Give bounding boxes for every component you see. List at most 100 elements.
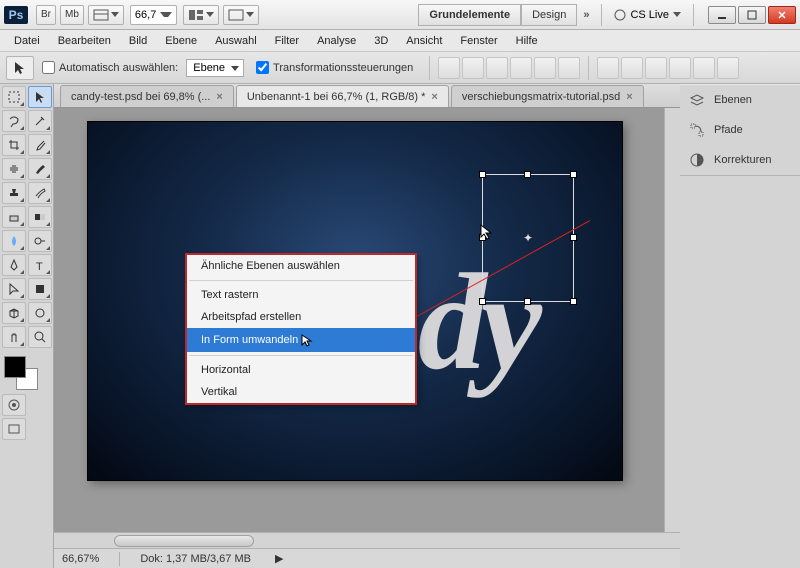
auto-select-checkbox[interactable]: Automatisch auswählen: [42, 61, 178, 74]
scrollbar-thumb[interactable] [114, 535, 254, 547]
eyedropper-tool[interactable] [28, 134, 52, 156]
quick-mask-button[interactable] [2, 394, 26, 416]
path-select-tool[interactable] [2, 278, 26, 300]
shape-tool[interactable] [28, 278, 52, 300]
status-zoom[interactable]: 66,67% [62, 553, 99, 565]
ctx-similar-layers[interactable]: Ähnliche Ebenen auswählen [187, 255, 415, 277]
menu-ansicht[interactable]: Ansicht [398, 32, 450, 50]
auto-select-target-combo[interactable]: Ebene [186, 59, 244, 77]
zoom-level-combo[interactable]: 66,7 [130, 5, 177, 25]
menu-datei[interactable]: Datei [6, 32, 48, 50]
workspace-design-button[interactable]: Design [521, 4, 577, 26]
tab-close-icon[interactable]: × [431, 91, 437, 103]
eraser-tool[interactable] [2, 206, 26, 228]
foreground-color-swatch[interactable] [4, 356, 26, 378]
view-extras-button[interactable] [88, 5, 124, 25]
panel-korrekturen[interactable]: Korrekturen [680, 145, 800, 175]
align-bottom-button[interactable] [486, 57, 508, 79]
type-tool[interactable]: T [28, 254, 52, 276]
3d-camera-tool[interactable] [28, 302, 52, 324]
marquee-tool[interactable] [2, 86, 26, 108]
panel-ebenen[interactable]: Ebenen [680, 85, 800, 115]
tab-close-icon[interactable]: × [216, 91, 222, 103]
align-right-button[interactable] [558, 57, 580, 79]
transform-handle[interactable] [570, 171, 577, 178]
transform-handle[interactable] [524, 298, 531, 305]
vertical-scrollbar[interactable] [664, 108, 680, 532]
minimize-button[interactable] [708, 6, 736, 24]
align-hcenter-button[interactable] [534, 57, 556, 79]
transform-controls-input[interactable] [256, 61, 269, 74]
distribute-vcenter-button[interactable] [621, 57, 643, 79]
status-docinfo[interactable]: Dok: 1,37 MB/3,67 MB [140, 553, 251, 565]
menu-ebene[interactable]: Ebene [157, 32, 205, 50]
history-brush-tool[interactable] [28, 182, 52, 204]
menu-filter[interactable]: Filter [267, 32, 307, 50]
menu-auswahl[interactable]: Auswahl [207, 32, 265, 50]
menu-3d[interactable]: 3D [366, 32, 396, 50]
close-button[interactable] [768, 6, 796, 24]
hand-tool[interactable] [2, 326, 26, 348]
minibridge-button[interactable]: Mb [60, 5, 84, 25]
auto-select-input[interactable] [42, 61, 55, 74]
document-tab[interactable]: verschiebungsmatrix-tutorial.psd× [451, 85, 644, 107]
3d-tool[interactable] [2, 302, 26, 324]
canvas[interactable]: Candy ✦ [88, 122, 622, 480]
ctx-create-work-path[interactable]: Arbeitspfad erstellen [187, 306, 415, 328]
status-menu-icon[interactable]: ▶ [275, 552, 283, 565]
distribute-left-button[interactable] [669, 57, 691, 79]
panel-pfade[interactable]: Pfade [680, 115, 800, 145]
distribute-hcenter-button[interactable] [693, 57, 715, 79]
workspace-grundelemente-button[interactable]: Grundelemente [418, 4, 521, 26]
tab-close-icon[interactable]: × [626, 91, 632, 103]
align-vcenter-button[interactable] [462, 57, 484, 79]
menu-hilfe[interactable]: Hilfe [508, 32, 546, 50]
ctx-convert-to-shape[interactable]: In Form umwandeln [187, 328, 415, 352]
wand-tool[interactable] [28, 110, 52, 132]
menu-fenster[interactable]: Fenster [452, 32, 505, 50]
color-swatches[interactable] [2, 354, 42, 390]
ctx-rasterize-text[interactable]: Text rastern [187, 284, 415, 306]
distribute-top-button[interactable] [597, 57, 619, 79]
active-tool-icon[interactable] [6, 56, 34, 80]
align-top-button[interactable] [438, 57, 460, 79]
crop-tool[interactable] [2, 134, 26, 156]
ctx-horizontal[interactable]: Horizontal [187, 359, 415, 381]
transform-handle[interactable] [570, 298, 577, 305]
menu-analyse[interactable]: Analyse [309, 32, 364, 50]
transform-handle[interactable] [524, 171, 531, 178]
ctx-vertical[interactable]: Vertikal [187, 381, 415, 403]
distribute-buttons [597, 57, 739, 79]
workspace-more-button[interactable]: » [577, 9, 595, 21]
horizontal-scrollbar[interactable] [54, 532, 680, 548]
healing-tool[interactable] [2, 158, 26, 180]
lasso-tool[interactable] [2, 110, 26, 132]
transform-anchor-icon[interactable]: ✦ [523, 231, 533, 245]
menu-bearbeiten[interactable]: Bearbeiten [50, 32, 119, 50]
stamp-tool[interactable] [2, 182, 26, 204]
brush-tool[interactable] [28, 158, 52, 180]
pen-tool[interactable] [2, 254, 26, 276]
transform-handle[interactable] [479, 171, 486, 178]
screen-mode-button[interactable] [223, 5, 259, 25]
dodge-tool[interactable] [28, 230, 52, 252]
move-tool[interactable] [28, 86, 52, 108]
bridge-button[interactable]: Br [36, 5, 56, 25]
transform-handle[interactable] [479, 298, 486, 305]
arrange-docs-button[interactable] [183, 5, 219, 25]
document-tab[interactable]: candy-test.psd bei 69,8% (...× [60, 85, 234, 107]
blur-tool[interactable] [2, 230, 26, 252]
transform-controls-checkbox[interactable]: Transformationssteuerungen [256, 61, 413, 74]
align-left-button[interactable] [510, 57, 532, 79]
document-tab[interactable]: Unbenannt-1 bei 66,7% (1, RGB/8) *× [236, 85, 449, 107]
transform-handle[interactable] [570, 234, 577, 241]
distribute-bottom-button[interactable] [645, 57, 667, 79]
canvas-viewport[interactable]: Candy ✦ [54, 108, 664, 532]
menu-bild[interactable]: Bild [121, 32, 155, 50]
cslive-button[interactable]: CS Live [614, 9, 681, 21]
screen-mode-tool-button[interactable] [2, 418, 26, 440]
maximize-button[interactable] [738, 6, 766, 24]
gradient-tool[interactable] [28, 206, 52, 228]
zoom-tool[interactable] [28, 326, 52, 348]
distribute-right-button[interactable] [717, 57, 739, 79]
